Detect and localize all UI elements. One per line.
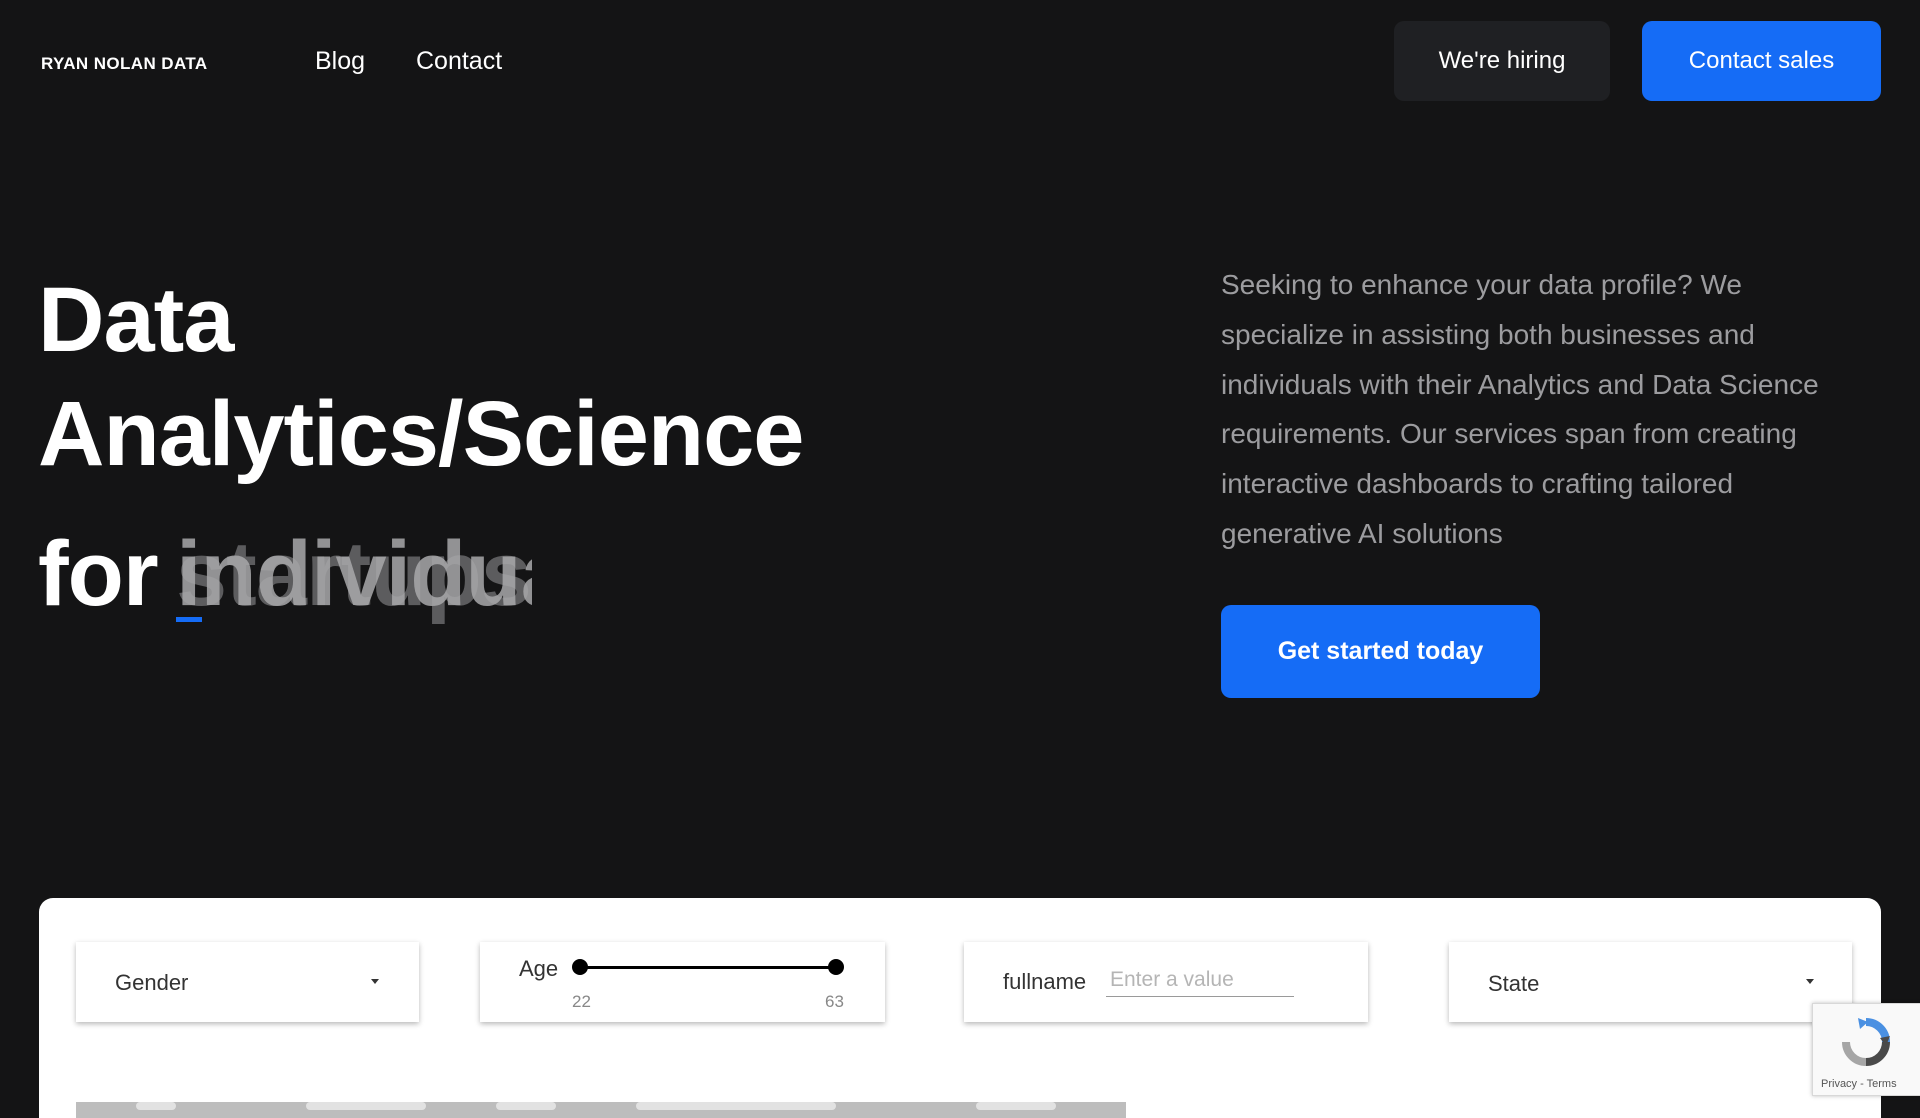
age-slider-filter: Age 22 63	[480, 942, 885, 1022]
nav-link-blog[interactable]: Blog	[315, 47, 365, 76]
fullname-filter: fullname	[964, 942, 1368, 1022]
state-label: State	[1488, 971, 1540, 996]
typed-text: startups individua	[176, 528, 532, 628]
gender-dropdown[interactable]: Gender	[76, 942, 419, 1022]
nav-link-contact[interactable]: Contact	[416, 47, 502, 76]
hero-for-word: for	[38, 523, 159, 625]
gender-label: Gender	[115, 970, 189, 995]
chevron-down-icon	[371, 979, 379, 984]
age-slider-track[interactable]	[580, 966, 836, 969]
age-label: Age	[519, 956, 559, 981]
chevron-down-icon	[1806, 979, 1814, 984]
age-min-value: 22	[572, 992, 591, 1011]
age-min-handle[interactable]	[572, 959, 588, 975]
map-landmass	[306, 1102, 426, 1110]
typed-word-current: individua	[176, 528, 532, 625]
brand-logo[interactable]: RYAN NOLAN DATA	[41, 54, 208, 74]
map-landmass	[976, 1102, 1056, 1110]
age-max-value: 63	[825, 992, 844, 1011]
recaptcha-badge[interactable]: Privacy - Terms	[1812, 1003, 1920, 1096]
map-landmass	[136, 1102, 176, 1110]
fullname-label: fullname	[1003, 969, 1087, 994]
fullname-input[interactable]	[1106, 964, 1294, 997]
get-started-button[interactable]: Get started today	[1221, 605, 1540, 698]
page: RYAN NOLAN DATA Blog Contact We're hirin…	[0, 0, 1920, 1118]
map-preview	[76, 1102, 1126, 1118]
state-dropdown[interactable]: State	[1449, 942, 1852, 1022]
typing-cursor	[176, 617, 202, 622]
recaptcha-links[interactable]: Privacy - Terms	[1821, 1078, 1897, 1090]
map-landmass	[636, 1102, 836, 1110]
contact-sales-button[interactable]: Contact sales	[1642, 21, 1881, 101]
age-max-handle[interactable]	[828, 959, 844, 975]
hero-description: Seeking to enhance your data profile? We…	[1221, 269, 1819, 549]
hiring-button[interactable]: We're hiring	[1394, 21, 1610, 101]
recaptcha-icon	[1842, 1018, 1890, 1066]
map-landmass	[496, 1102, 556, 1110]
hero-title-line-2: Analytics/Science	[38, 383, 804, 485]
hero-title-line-1: Data	[38, 269, 234, 371]
